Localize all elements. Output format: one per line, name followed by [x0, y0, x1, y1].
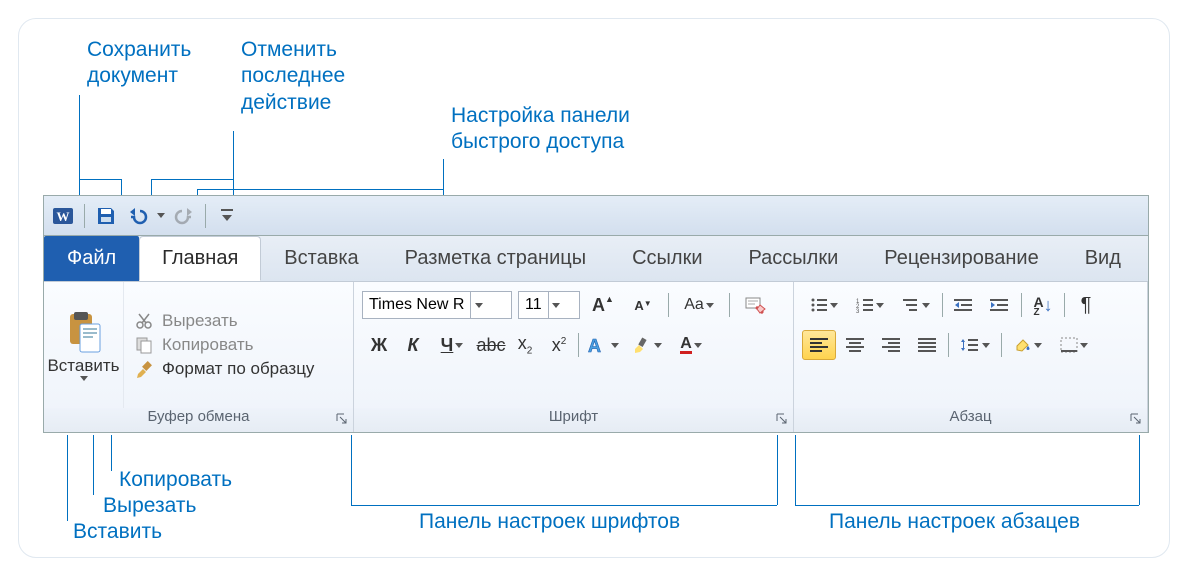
tab-mailings[interactable]: Рассылки [726, 236, 862, 281]
separator [1001, 333, 1002, 357]
format-painter-button[interactable]: Формат по образцу [134, 359, 314, 379]
copy-icon [134, 335, 154, 355]
undo-dropdown-icon[interactable] [157, 213, 165, 218]
group-paragraph: 123 AZ↓ [794, 282, 1148, 432]
copy-label: Копировать [162, 335, 254, 355]
copy-button[interactable]: Копировать [134, 335, 314, 355]
shrink-font-button[interactable]: A▼ [626, 290, 660, 320]
svg-text:3: 3 [856, 309, 860, 313]
svg-text:W: W [57, 209, 70, 224]
shading-button[interactable] [1006, 330, 1050, 360]
font-family-value: Times New R [363, 296, 470, 314]
show-marks-button[interactable]: ¶ [1069, 290, 1103, 320]
font-size-value: 11 [519, 296, 548, 314]
numbering-button[interactable]: 123 [848, 290, 892, 320]
grow-font-button[interactable]: A▲ [586, 290, 620, 320]
tab-insert[interactable]: Вставка [261, 236, 381, 281]
cut-label: Вырезать [162, 311, 238, 331]
word-window: W Файл Главная Вставка Разметка страницы [43, 195, 1149, 433]
align-center-button[interactable] [838, 330, 872, 360]
chevron-down-icon[interactable] [470, 292, 486, 318]
redo-icon[interactable] [171, 203, 197, 229]
decrease-indent-button[interactable] [947, 290, 981, 320]
paste-label: Вставить [47, 356, 119, 376]
font-color-button[interactable]: A [669, 330, 713, 360]
callout-font-panel: Панель настроек шрифтов [419, 509, 680, 535]
align-left-button[interactable] [802, 330, 836, 360]
clear-formatting-button[interactable] [738, 290, 772, 320]
separator [578, 333, 579, 357]
callout-para-panel: Панель настроек абзацев [829, 509, 1080, 535]
separator [1064, 293, 1065, 317]
customize-qat-icon[interactable] [214, 203, 240, 229]
separator [942, 293, 943, 317]
underline-button[interactable]: Ч [430, 330, 474, 360]
justify-button[interactable] [910, 330, 944, 360]
align-right-button[interactable] [874, 330, 908, 360]
svg-text:A: A [588, 336, 601, 355]
tab-review[interactable]: Рецензирование [861, 236, 1061, 281]
group-font: Times New R 11 A▲ A▼ [354, 282, 794, 432]
increase-indent-button[interactable] [983, 290, 1017, 320]
callout-save: Сохранить документ [87, 37, 191, 90]
tab-file[interactable]: Файл [44, 236, 139, 281]
font-family-combo[interactable]: Times New R [362, 291, 512, 319]
page-root: Сохранить документ Отменить последнее де… [0, 0, 1187, 576]
cut-button[interactable]: Вырезать [134, 311, 314, 331]
group-clipboard: Вставить Вырезать [44, 282, 354, 432]
sort-button[interactable]: AZ↓ [1026, 290, 1060, 320]
paste-icon [64, 310, 104, 356]
strikethrough-button[interactable]: abc [474, 330, 508, 360]
group-title-font: Шрифт [354, 408, 793, 432]
scissors-icon [134, 311, 154, 331]
borders-button[interactable] [1052, 330, 1096, 360]
word-logo-icon[interactable]: W [50, 203, 76, 229]
tab-view[interactable]: Вид [1062, 236, 1144, 281]
annotated-screenshot-card: Сохранить документ Отменить последнее де… [18, 18, 1170, 558]
brush-icon [134, 359, 154, 379]
tab-home[interactable]: Главная [139, 236, 261, 281]
separator [948, 333, 949, 357]
highlight-button[interactable] [625, 330, 669, 360]
change-case-button[interactable]: Aa [677, 290, 721, 320]
bold-button[interactable]: Ж [362, 330, 396, 360]
callout-paste: Вставить [73, 519, 162, 545]
font-size-combo[interactable]: 11 [518, 291, 580, 319]
dialog-launcher-icon[interactable] [775, 412, 789, 426]
undo-icon[interactable] [125, 203, 151, 229]
line-spacing-button[interactable] [953, 330, 997, 360]
paste-button[interactable]: Вставить [44, 282, 124, 408]
separator [1021, 293, 1022, 317]
callout-undo: Отменить последнее действие [241, 37, 345, 116]
clipboard-item-list: Вырезать Копировать Формат [124, 282, 324, 408]
group-title-clipboard: Буфер обмена [44, 408, 353, 432]
text-effects-button[interactable]: A [581, 330, 625, 360]
tab-references[interactable]: Ссылки [609, 236, 725, 281]
ribbon: Вставить Вырезать [44, 282, 1148, 432]
superscript-button[interactable]: x2 [542, 330, 576, 360]
dialog-launcher-icon[interactable] [335, 412, 349, 426]
group-title-paragraph: Абзац [794, 408, 1147, 432]
dialog-launcher-icon[interactable] [1129, 412, 1143, 426]
chevron-down-icon[interactable] [548, 292, 564, 318]
callout-customize: Настройка панели быстрого доступа [451, 103, 630, 156]
quick-access-toolbar: W [44, 196, 1148, 236]
callout-copy: Копировать [119, 467, 232, 493]
callout-cut: Вырезать [103, 493, 196, 519]
subscript-button[interactable]: x2 [508, 330, 542, 360]
tab-layout[interactable]: Разметка страницы [382, 236, 609, 281]
ribbon-tabs: Файл Главная Вставка Разметка страницы С… [44, 236, 1148, 282]
paste-dropdown-icon[interactable] [80, 376, 88, 381]
italic-button[interactable]: К [396, 330, 430, 360]
bullets-button[interactable] [802, 290, 846, 320]
format-painter-label: Формат по образцу [162, 359, 314, 379]
separator [84, 204, 85, 228]
multilevel-list-button[interactable] [894, 290, 938, 320]
separator [205, 204, 206, 228]
save-icon[interactable] [93, 203, 119, 229]
separator [668, 293, 669, 317]
separator [729, 293, 730, 317]
